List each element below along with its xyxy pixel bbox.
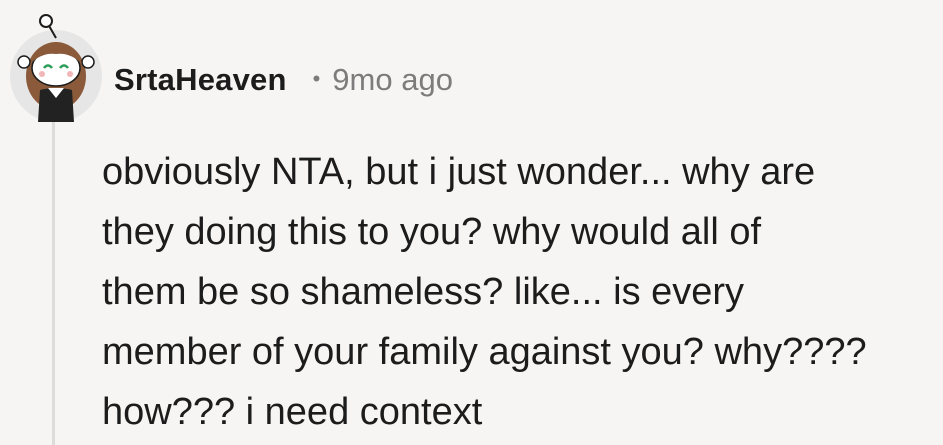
- separator-dot: •: [312, 66, 321, 91]
- comment: SrtaHeaven • 9mo ago obviously NTA, but …: [0, 0, 943, 445]
- comment-body-line: how??? i need context: [102, 391, 483, 433]
- comment-body-line: obviously NTA, but i just wonder... why …: [102, 151, 816, 193]
- snoo-avatar-icon[interactable]: [8, 12, 104, 124]
- comment-body: obviously NTA, but i just wonder... why …: [102, 142, 937, 442]
- timestamp[interactable]: 9mo ago: [332, 62, 453, 98]
- comment-body-line: them be so shameless? like... is every: [102, 271, 745, 313]
- comment-body-line: they doing this to you? why would all of: [102, 211, 762, 253]
- comment-header: SrtaHeaven • 9mo ago: [114, 60, 453, 100]
- thread-line[interactable]: [52, 118, 55, 445]
- username[interactable]: SrtaHeaven: [114, 62, 287, 98]
- comment-body-line: member of your family against you? why??…: [102, 331, 867, 373]
